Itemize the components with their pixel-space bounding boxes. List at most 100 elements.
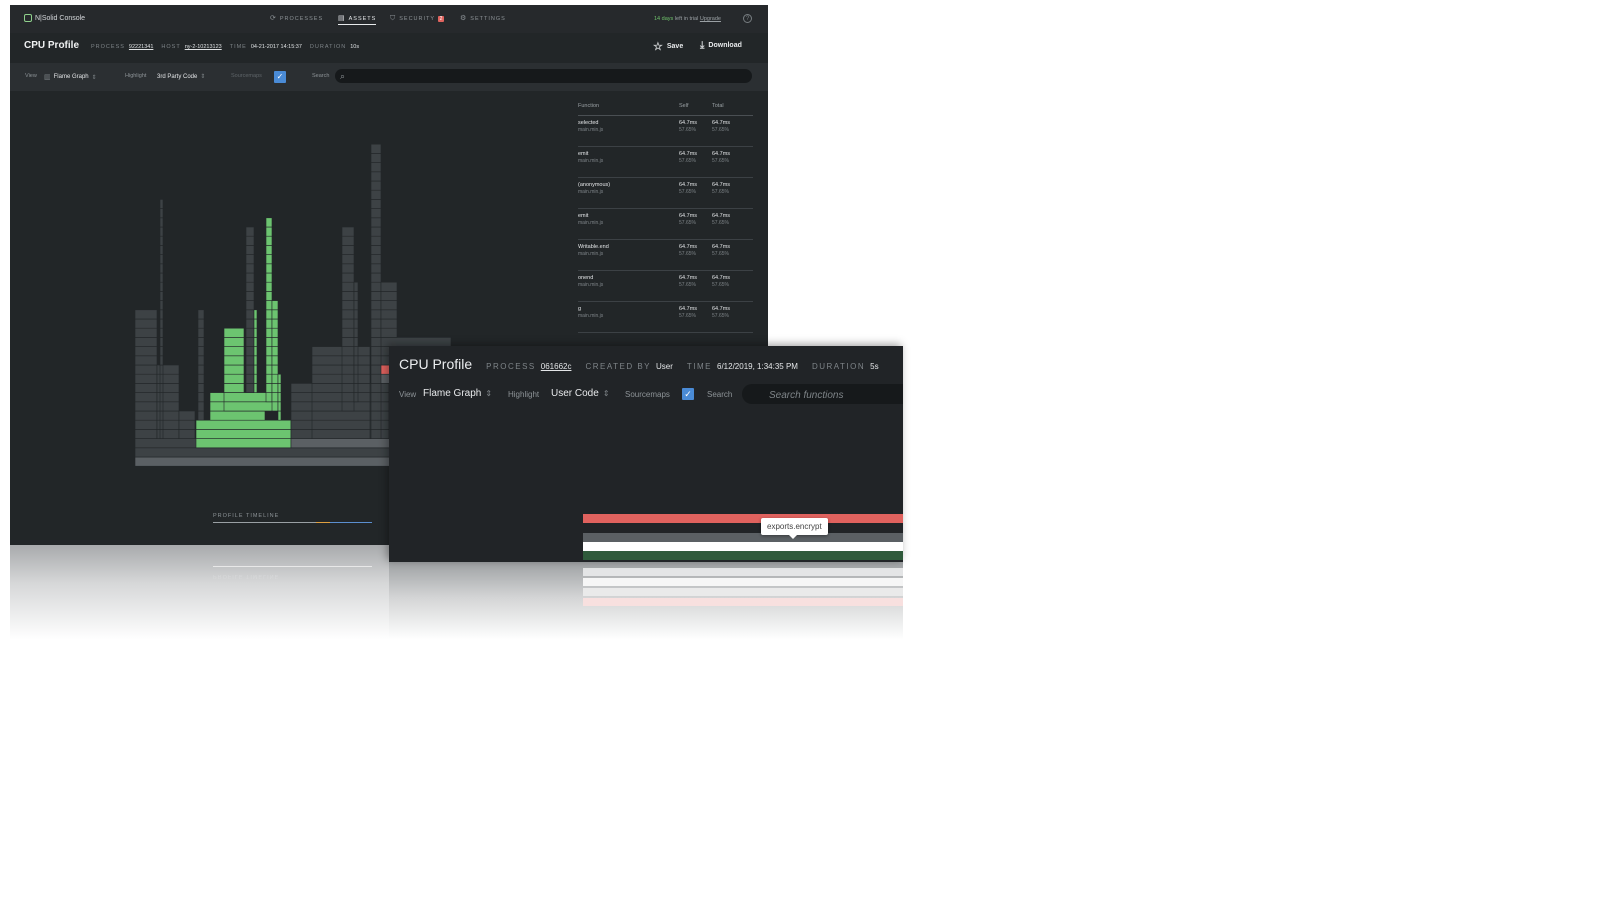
flame-frame[interactable] — [370, 419, 382, 430]
flame-frame[interactable] — [134, 337, 158, 347]
flame-frame[interactable] — [370, 318, 382, 329]
flame-frame[interactable] — [197, 309, 205, 320]
flame-frame[interactable] — [311, 429, 371, 439]
flame-frame[interactable] — [265, 217, 273, 228]
flame-frame[interactable] — [370, 410, 382, 421]
table-row[interactable]: (anonymous) main.min.js 64.7ms 57.65% 64.7ms… — [578, 178, 753, 209]
flame-frame[interactable] — [197, 392, 205, 403]
flame-frame[interactable] — [159, 217, 164, 228]
highlight-select[interactable]: User Code ⇕ — [551, 388, 610, 399]
flame-frame[interactable] — [341, 245, 355, 255]
flame-frame[interactable] — [341, 318, 355, 329]
flame-frame[interactable] — [290, 438, 391, 449]
flame-frame[interactable] — [341, 281, 355, 292]
flame-frame[interactable] — [271, 300, 279, 311]
flame-frame[interactable] — [370, 162, 382, 173]
flame-root[interactable] — [134, 456, 391, 467]
flame-frame[interactable] — [197, 355, 205, 366]
flame-frame[interactable] — [195, 438, 292, 449]
flame-frame[interactable] — [370, 254, 382, 265]
flame-frame[interactable] — [370, 309, 382, 320]
flame-frame[interactable] — [380, 309, 398, 320]
flame-frame[interactable] — [311, 410, 371, 421]
flame-frame[interactable] — [265, 346, 273, 357]
flame-frame[interactable] — [197, 346, 205, 357]
flame-frame[interactable] — [245, 355, 255, 366]
profile-timeline-bar[interactable] — [213, 522, 372, 523]
flame-frame[interactable] — [380, 300, 398, 311]
flame-frame[interactable] — [159, 208, 164, 219]
flame-frame[interactable] — [265, 263, 273, 274]
flame-frame[interactable] — [380, 327, 398, 338]
flame-frame[interactable] — [265, 364, 273, 375]
flame-frame[interactable] — [159, 410, 164, 421]
flame-frame[interactable] — [341, 309, 355, 320]
flame-frame[interactable] — [370, 300, 382, 311]
flame-bar-selected[interactable] — [583, 542, 903, 551]
flame-frame[interactable] — [380, 281, 398, 292]
flame-frame[interactable] — [370, 364, 382, 375]
flame-frame[interactable] — [353, 346, 359, 357]
flame-frame[interactable] — [370, 143, 382, 154]
flame-frame[interactable] — [370, 245, 382, 255]
flame-frame[interactable] — [159, 383, 164, 393]
flame-frame[interactable] — [311, 373, 371, 384]
flame-frame[interactable] — [159, 309, 164, 320]
flame-frame[interactable] — [311, 346, 371, 357]
table-row[interactable]: g main.min.js 64.7ms 57.65% 64.7ms 57.65% — [578, 302, 753, 333]
flame-frame[interactable] — [134, 410, 158, 421]
flame-frame[interactable] — [223, 337, 245, 347]
flame-frame[interactable] — [265, 245, 273, 255]
flame-frame[interactable] — [341, 401, 355, 412]
flame-frame[interactable] — [134, 318, 158, 329]
flame-frame[interactable] — [370, 373, 382, 384]
flame-frame[interactable] — [159, 272, 164, 283]
flame-frame[interactable] — [277, 373, 282, 384]
flame-frame[interactable] — [178, 419, 196, 430]
flame-frame[interactable] — [245, 346, 255, 357]
flame-frame[interactable] — [159, 327, 164, 338]
flame-frame[interactable] — [253, 337, 258, 347]
flame-frame[interactable] — [223, 373, 245, 384]
flame-frame[interactable] — [265, 291, 273, 301]
flame-frame[interactable] — [271, 327, 279, 338]
flame-frame[interactable] — [134, 373, 158, 384]
flame-frame[interactable] — [370, 263, 382, 274]
flame-frame[interactable] — [341, 291, 355, 301]
flame-frame[interactable] — [341, 235, 355, 246]
flame-frame[interactable] — [223, 327, 245, 338]
flame-frame[interactable] — [370, 226, 382, 237]
table-row[interactable]: onend main.min.js 64.7ms 57.65% 64.7ms 57.65% — [578, 271, 753, 302]
flame-frame[interactable] — [253, 309, 258, 320]
table-row[interactable]: Writable.end main.min.js 64.7ms 57.65% 64.7m… — [578, 240, 753, 271]
flame-frame[interactable] — [159, 199, 164, 209]
flame-frame[interactable] — [245, 373, 255, 384]
flame-frame[interactable] — [271, 309, 279, 320]
flame-frame[interactable] — [311, 401, 371, 412]
flame-frame[interactable] — [277, 392, 282, 403]
flame-frame[interactable] — [370, 355, 382, 366]
flame-frame[interactable] — [271, 364, 279, 375]
flame-frame[interactable] — [370, 189, 382, 200]
flame-bar-red[interactable] — [583, 514, 903, 523]
flame-frame[interactable] — [245, 254, 255, 265]
flame-frame[interactable] — [159, 254, 164, 265]
flame-frame[interactable] — [134, 429, 158, 439]
flame-frame[interactable] — [341, 383, 355, 393]
flame-frame[interactable] — [159, 300, 164, 311]
flame-frame[interactable] — [134, 419, 158, 430]
flame-frame[interactable] — [159, 235, 164, 246]
flame-frame[interactable] — [159, 281, 164, 292]
flame-frame[interactable] — [353, 355, 359, 366]
flame-frame[interactable] — [223, 346, 245, 357]
flame-frame[interactable] — [223, 401, 279, 412]
flame-frame[interactable] — [370, 171, 382, 182]
flame-frame[interactable] — [370, 429, 382, 439]
flame-frame[interactable] — [265, 254, 273, 265]
flame-frame[interactable] — [271, 337, 279, 347]
flame-frame[interactable] — [245, 245, 255, 255]
flame-frame[interactable] — [178, 429, 196, 439]
flame-frame[interactable] — [353, 291, 359, 301]
flame-frame[interactable] — [197, 410, 205, 421]
sourcemaps-checkbox[interactable]: ✓ — [682, 388, 694, 400]
